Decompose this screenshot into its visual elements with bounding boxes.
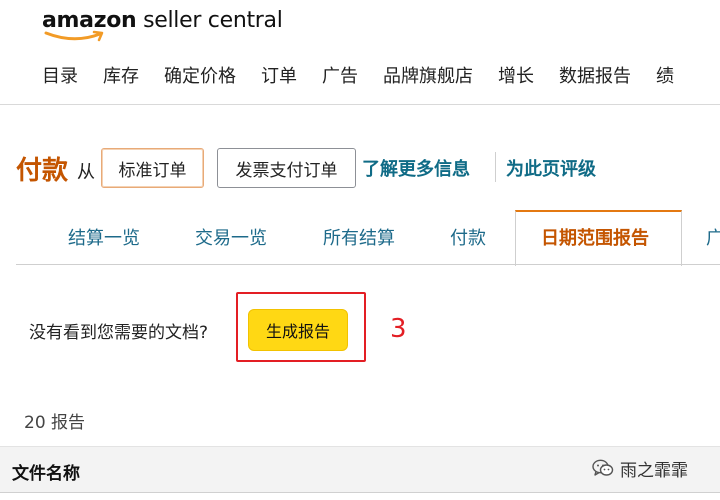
- annotation-step-number: 3: [390, 314, 407, 344]
- learn-more-link[interactable]: 了解更多信息: [362, 155, 470, 181]
- nav-item-inventory[interactable]: 库存: [103, 62, 139, 88]
- watermark: 雨之霏霏: [592, 455, 688, 481]
- page-title: 付款: [16, 156, 69, 186]
- missing-document-prompt: 没有看到您需要的文档?: [29, 323, 209, 343]
- invoiced-orders-button[interactable]: 发票支付订单: [217, 148, 356, 188]
- report-count: 20 报告: [24, 413, 86, 433]
- amazon-smile-icon: [44, 30, 104, 42]
- tab-transaction-view[interactable]: 交易一览: [195, 224, 267, 250]
- nav-item-advertising[interactable]: 广告: [322, 62, 358, 88]
- table-divider: [0, 492, 720, 493]
- amazon-seller-central-logo[interactable]: amazon seller central: [42, 8, 283, 44]
- tab-advertising-invoices[interactable]: 广: [706, 224, 720, 250]
- nav-item-pricing[interactable]: 确定价格: [164, 62, 236, 88]
- from-label: 从: [77, 162, 95, 183]
- link-separator: [495, 152, 496, 182]
- header-divider: [0, 104, 720, 105]
- logo-suffix: seller central: [136, 8, 283, 33]
- top-navigation: 目录 库存 确定价格 订单 广告 品牌旗舰店 增长 数据报告绩: [42, 62, 699, 90]
- tab-disbursements[interactable]: 付款: [450, 224, 486, 250]
- tabs-divider: [16, 264, 720, 265]
- nav-item-performance[interactable]: 绩: [656, 62, 674, 88]
- tab-all-statements[interactable]: 所有结算: [323, 224, 395, 250]
- nav-item-growth[interactable]: 增长: [498, 62, 534, 88]
- nav-item-reports[interactable]: 数据报告: [559, 62, 631, 88]
- tab-settlement-summary[interactable]: 结算一览: [68, 224, 140, 250]
- nav-item-catalog[interactable]: 目录: [42, 62, 78, 88]
- generate-report-button[interactable]: 生成报告: [248, 309, 348, 351]
- nav-item-orders[interactable]: 订单: [261, 62, 297, 88]
- watermark-text: 雨之霏霏: [620, 460, 688, 481]
- rate-page-link[interactable]: 为此页评级: [506, 155, 596, 181]
- wechat-icon: [592, 459, 614, 476]
- column-header-file-name[interactable]: 文件名称: [12, 459, 80, 484]
- tab-date-range-reports[interactable]: 日期范围报告: [541, 224, 649, 250]
- nav-item-stores[interactable]: 品牌旗舰店: [383, 62, 473, 88]
- standard-orders-button[interactable]: 标准订单: [101, 148, 204, 188]
